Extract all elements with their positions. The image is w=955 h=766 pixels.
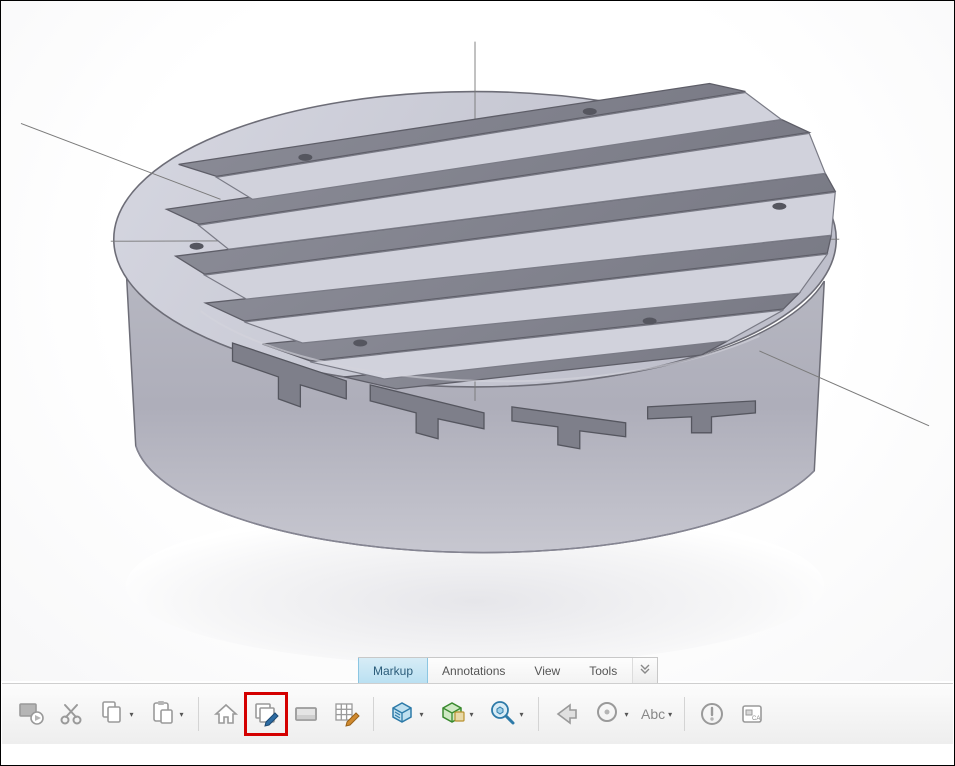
layers-pencil-icon (252, 700, 280, 728)
tab-annotations[interactable]: Annotations (428, 658, 520, 684)
cut-button[interactable] (52, 695, 90, 733)
abc-text-button[interactable]: Abc ▾ (637, 706, 676, 722)
chevron-down-icon: ▾ (179, 710, 183, 719)
tab-label: Tools (589, 664, 617, 678)
magnify-cube-icon (488, 698, 516, 731)
main-toolbar: ▾ ▾ (2, 683, 953, 744)
chevron-down-icon: ▾ (519, 710, 523, 719)
paste-icon (148, 698, 176, 731)
toolbar-separator (684, 697, 685, 731)
toolbar-separator (538, 697, 539, 731)
grid-pencil-icon (332, 700, 360, 728)
toolbar-separator (198, 697, 199, 731)
panel-icon (292, 700, 320, 728)
app-frame: Markup Annotations View Tools (0, 0, 955, 766)
home-button[interactable] (207, 695, 245, 733)
isometric-button[interactable]: ▾ (432, 695, 480, 733)
chevron-down-icon: ▾ (129, 710, 133, 719)
shading-button[interactable]: ▾ (382, 695, 430, 733)
tab-bar: Markup Annotations View Tools (358, 657, 658, 684)
scissors-icon (57, 700, 85, 728)
shading-icon (388, 698, 416, 731)
model-viewport[interactable] (1, 1, 954, 681)
play-layers-button[interactable] (12, 695, 50, 733)
chevron-down-icon: ▾ (419, 710, 423, 719)
alert-button[interactable] (693, 695, 731, 733)
svg-text:CA: CA (752, 716, 760, 722)
alert-circle-icon (698, 700, 726, 728)
play-layers-icon (17, 700, 45, 728)
home-icon (212, 700, 240, 728)
abc-label: Abc (641, 706, 665, 722)
toolbar-separator (373, 697, 374, 731)
chevron-down-icon: ▾ (668, 710, 672, 719)
copy-button[interactable]: ▾ (92, 695, 140, 733)
chevron-down-icon (638, 663, 652, 680)
target-icon (593, 698, 621, 731)
paste-button[interactable]: ▾ (142, 695, 190, 733)
arrow-left-icon (552, 700, 580, 728)
target-button[interactable]: ▾ (587, 695, 635, 733)
tabbar-collapse-button[interactable] (632, 658, 657, 684)
back-button[interactable] (547, 695, 585, 733)
markup-layers-button[interactable] (247, 695, 285, 733)
catalog-icon: CA (738, 700, 766, 728)
tab-label: View (534, 664, 560, 678)
panel-button[interactable] (287, 695, 325, 733)
grid-edit-button[interactable] (327, 695, 365, 733)
copy-icon (98, 698, 126, 731)
cad-model-illustration (1, 1, 954, 681)
examine-button[interactable]: ▾ (482, 695, 530, 733)
iso-cube-icon (438, 698, 466, 731)
catalog-button[interactable]: CA (733, 695, 771, 733)
chevron-down-icon: ▾ (469, 710, 473, 719)
tab-markup[interactable]: Markup (358, 658, 428, 684)
chevron-down-icon: ▾ (624, 710, 628, 719)
tab-tools[interactable]: Tools (575, 658, 632, 684)
tab-view[interactable]: View (520, 658, 575, 684)
tab-label: Annotations (442, 664, 505, 678)
tab-label: Markup (373, 664, 413, 678)
